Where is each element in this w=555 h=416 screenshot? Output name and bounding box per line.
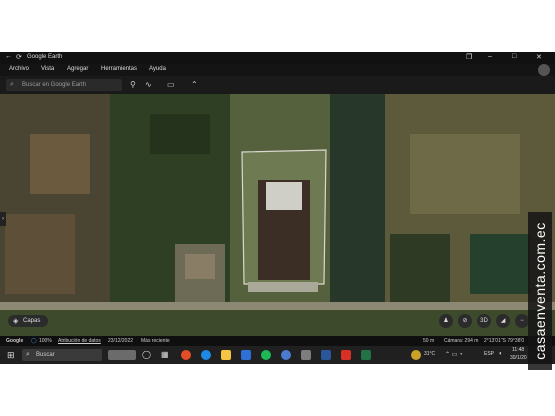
satellite-imagery (0, 94, 555, 344)
pin-icon[interactable]: ⚲ (130, 80, 136, 89)
path-icon[interactable]: ∿ (145, 80, 152, 89)
taskbar-search[interactable]: ⌕ Buscar (22, 349, 102, 361)
measure-icon[interactable]: ▭ (167, 80, 175, 89)
zoom-level: 100% (39, 338, 52, 344)
task-view-icon[interactable]: ◯ (142, 350, 152, 360)
menu-herramientas[interactable]: Herramientas (101, 66, 137, 72)
taskbar-search-label: Buscar (36, 352, 55, 358)
clock-time[interactable]: 11:48 (512, 347, 524, 353)
scale-label: 50 m (423, 338, 435, 344)
task-view-thumbnail[interactable] (108, 350, 136, 360)
minimize-icon[interactable]: – (488, 53, 492, 60)
reload-icon[interactable]: ⟳ (16, 53, 22, 61)
word-icon[interactable] (321, 350, 331, 360)
google-earth-window: ← ⟳ Google Earth ❐ – □ ✕ Archivo Vista A… (0, 52, 555, 364)
network-icon[interactable]: ◐ (499, 351, 503, 357)
layers-icon: ◈ (13, 318, 19, 325)
widgets-icon[interactable]: ▦ (161, 350, 171, 360)
title-bar: ← ⟳ Google Earth ❐ – □ ✕ (0, 52, 555, 64)
menu-ayuda[interactable]: Ayuda (149, 66, 166, 72)
recent-label: Más reciente (141, 338, 170, 344)
google-earth-icon[interactable] (281, 350, 291, 360)
language-indicator[interactable]: ESP (484, 351, 494, 357)
imagery-date: 23/12/2022 (108, 338, 134, 344)
system-tray-icons[interactable]: ⌃ ▭ ◔ (445, 351, 463, 358)
layers-button[interactable]: ◈ Capas (8, 315, 48, 327)
zoom-out-icon[interactable]: − (515, 314, 529, 328)
temperature: 31°C (424, 351, 436, 357)
side-panel-toggle[interactable]: › (0, 212, 6, 226)
excel-icon[interactable] (361, 350, 371, 360)
close-icon[interactable]: ✕ (536, 53, 542, 61)
maximize-icon[interactable]: □ (512, 53, 516, 60)
layers-label: Capas (23, 318, 41, 324)
edge-icon[interactable] (201, 350, 211, 360)
weather-icon (411, 350, 421, 360)
satellite-map[interactable]: › (0, 94, 555, 344)
menu-bar: Archivo Vista Agregar Herramientas Ayuda (0, 64, 555, 76)
search-icon: ⌕ (26, 351, 30, 358)
windows-start-icon[interactable]: ⊞ (7, 350, 17, 360)
menu-vista[interactable]: Vista (41, 66, 54, 72)
search-input[interactable]: ⌕ Buscar en Google Earth (6, 79, 122, 91)
window-title: Google Earth (27, 54, 63, 60)
app-icon[interactable] (301, 350, 311, 360)
zoom-icon: ◯ (31, 338, 37, 344)
attribution-link[interactable]: Atribución de datos (58, 338, 101, 344)
toolbar: ⌕ Buscar en Google Earth ⚲ ∿ ▭ ⌃ (0, 76, 555, 94)
camera-altitude: Cámara: 294 m (444, 338, 479, 344)
status-bar: Google ◯ 100% Atribución de datos 23/12/… (0, 336, 555, 346)
watermark-text: casaenventa.com.ec (532, 222, 548, 360)
spotify-icon[interactable] (261, 350, 271, 360)
tilt-icon[interactable]: ◢ (496, 314, 510, 328)
compass-icon[interactable]: ⊘ (458, 314, 472, 328)
3d-button[interactable]: 3D (477, 314, 491, 328)
watermark: casaenventa.com.ec (528, 212, 552, 370)
person-icon[interactable]: ♟ (439, 314, 453, 328)
menu-archivo[interactable]: Archivo (9, 66, 29, 72)
search-icon: ⌕ (10, 81, 14, 88)
clock-date[interactable]: 30/1/20 (510, 355, 527, 361)
menu-agregar[interactable]: Agregar (67, 66, 88, 72)
arrow-left-icon[interactable]: ← (5, 53, 12, 60)
avatar[interactable] (538, 64, 550, 76)
coordinates: 2°13'01"S 79°38'0 (484, 338, 525, 344)
file-explorer-icon[interactable] (221, 350, 231, 360)
store-icon[interactable] (241, 350, 251, 360)
restore-icon[interactable]: ❐ (466, 53, 472, 61)
google-logo: Google (6, 338, 24, 344)
chrome-icon[interactable] (181, 350, 191, 360)
windows-taskbar: ⊞ ⌕ Buscar ◯ ▦ 31°C ⌃ ▭ ◔ ESP ◐ 11:48 30… (0, 346, 555, 364)
search-placeholder: Buscar en Google Earth (22, 82, 87, 88)
chevron-up-icon[interactable]: ⌃ (191, 80, 198, 89)
acrobat-icon[interactable] (341, 350, 351, 360)
